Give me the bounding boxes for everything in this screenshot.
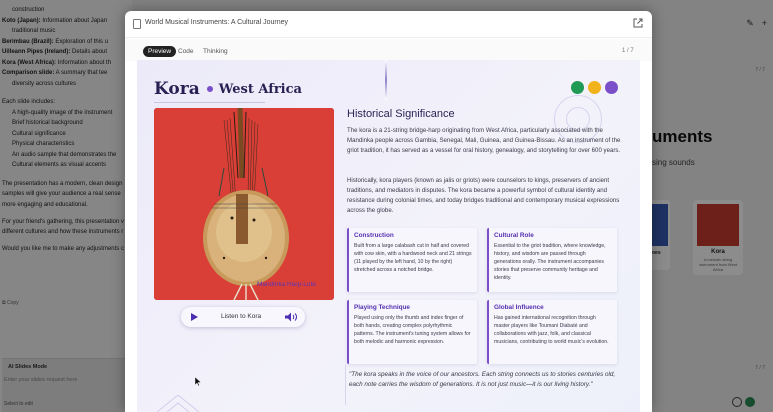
palette-dots bbox=[571, 81, 618, 94]
tab-thinking[interactable]: Thinking bbox=[198, 46, 233, 57]
title-underline bbox=[154, 102, 265, 103]
quote-bar bbox=[345, 365, 346, 405]
slide-counter: 1 / 7 bbox=[622, 48, 634, 54]
history-paragraph-1: The kora is a 21-string bridge-harp orig… bbox=[347, 127, 621, 154]
slide-title: Kora bbox=[154, 79, 200, 99]
card-body: Essential to the griot tradition, where … bbox=[494, 243, 606, 281]
card-global-influence: Global Influence Has gained internationa… bbox=[487, 300, 617, 364]
image-caption: Mandinka Harp-Lute bbox=[257, 281, 316, 288]
palette-dot-green bbox=[571, 81, 584, 94]
modal-title: World Musical Instruments: A Cultural Jo… bbox=[145, 19, 289, 26]
slide-canvas: Kora West Africa Mandinka Harp-Lute List… bbox=[137, 60, 640, 412]
palette-dot-purple bbox=[605, 81, 618, 94]
section-heading: Historical Significance bbox=[347, 108, 455, 120]
card-body: Played using only the thumb and index fi… bbox=[354, 315, 471, 345]
card-playing-technique: Playing Technique Played using only the … bbox=[347, 300, 477, 364]
card-title: Playing Technique bbox=[354, 304, 410, 311]
play-icon[interactable] bbox=[191, 313, 198, 321]
mouse-cursor-icon bbox=[195, 377, 201, 386]
card-title: Construction bbox=[354, 232, 394, 239]
palette-dot-yellow bbox=[588, 81, 601, 94]
corner-decoration bbox=[157, 395, 199, 412]
tab-code[interactable]: Code bbox=[173, 46, 199, 57]
kora-illustration bbox=[154, 108, 334, 300]
volume-icon[interactable] bbox=[284, 312, 298, 322]
open-external-icon[interactable] bbox=[633, 18, 643, 28]
decorative-line bbox=[385, 60, 387, 100]
card-construction: Construction Built from a large calabash… bbox=[347, 228, 477, 292]
kora-image: Mandinka Harp-Lute bbox=[154, 108, 334, 300]
card-title: Global Influence bbox=[494, 304, 544, 311]
tab-preview[interactable]: Preview bbox=[143, 46, 177, 57]
card-title: Cultural Role bbox=[494, 232, 534, 239]
slide-region: West Africa bbox=[218, 81, 302, 97]
audio-player[interactable]: Listen to Kora bbox=[181, 307, 305, 327]
slide-quote: "The kora speaks in the voice of our anc… bbox=[349, 371, 616, 388]
preview-modal: World Musical Instruments: A Cultural Jo… bbox=[125, 11, 652, 412]
audio-label: Listen to Kora bbox=[221, 313, 262, 320]
slide-header: Kora West Africa bbox=[154, 77, 302, 101]
card-body: Has gained international recognition thr… bbox=[494, 315, 609, 345]
modal-header: World Musical Instruments: A Cultural Jo… bbox=[125, 11, 652, 38]
history-paragraph-2: Historically, kora players (known as jal… bbox=[347, 177, 620, 214]
card-cultural-role: Cultural Role Essential to the griot tra… bbox=[487, 228, 617, 292]
title-dot bbox=[206, 86, 213, 92]
preview-toolbar: Preview Code Thinking 1 / 7 bbox=[125, 39, 652, 61]
document-icon bbox=[133, 19, 141, 29]
card-body: Built from a large calabash cut in half … bbox=[354, 243, 472, 273]
